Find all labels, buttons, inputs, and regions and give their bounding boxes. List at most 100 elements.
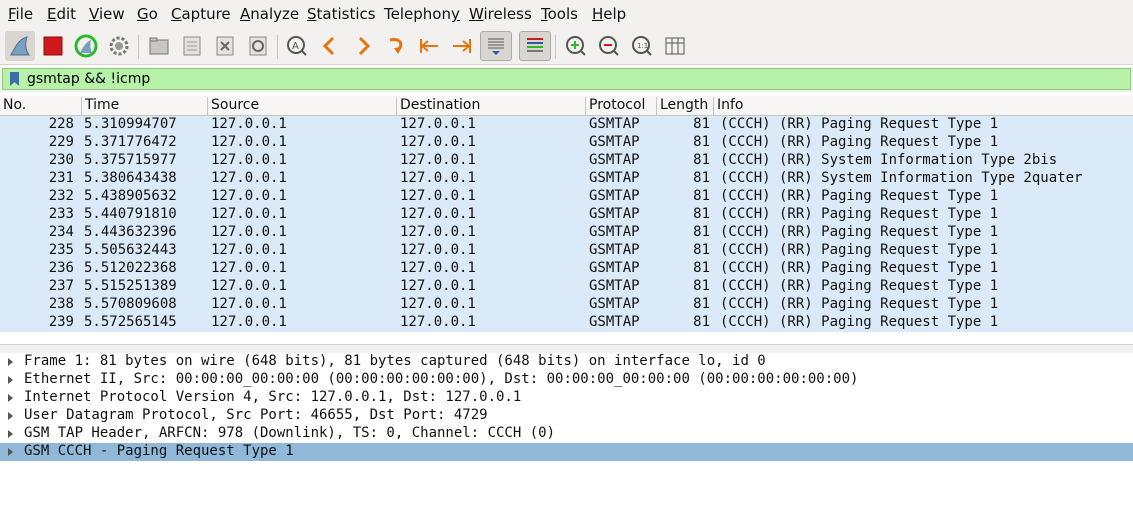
- column-header-time[interactable]: Time: [81, 97, 207, 115]
- detail-tree-label: User Datagram Protocol, Src Port: 46655,…: [24, 407, 488, 423]
- detail-tree-item[interactable]: GSM CCCH - Paging Request Type 1: [0, 443, 1133, 461]
- packet-cell-src: 127.0.0.1: [211, 188, 287, 204]
- column-header-destination[interactable]: Destination: [396, 97, 585, 115]
- menu-view[interactable]: View: [89, 5, 125, 23]
- packet-cell-time: 5.310994707: [84, 116, 177, 132]
- packet-cell-dst: 127.0.0.1: [400, 152, 476, 168]
- menu-edit[interactable]: Edit: [47, 5, 76, 23]
- svg-text:1:1: 1:1: [637, 42, 648, 50]
- go-first-button[interactable]: [414, 31, 444, 61]
- packet-cell-src: 127.0.0.1: [211, 296, 287, 312]
- packet-list[interactable]: 228 5.310994707 127.0.0.1 127.0.0.1 GSMTAP 81…: [0, 116, 1133, 332]
- colorize-button[interactable]: [519, 31, 551, 61]
- packet-row[interactable]: 236 5.512022368 127.0.0.1 127.0.0.1 GSMTAP 81…: [0, 260, 1133, 278]
- packet-cell-proto: GSMTAP: [589, 278, 640, 294]
- menu-capture[interactable]: Capture: [171, 5, 231, 23]
- restart-capture-button[interactable]: [71, 31, 101, 61]
- menu-go[interactable]: Go: [137, 5, 158, 23]
- packet-cell-dst: 127.0.0.1: [400, 314, 476, 330]
- menu-help[interactable]: Help: [592, 5, 626, 23]
- packet-cell-src: 127.0.0.1: [211, 242, 287, 258]
- detail-tree-item[interactable]: Frame 1: 81 bytes on wire (648 bits), 81…: [0, 353, 1133, 371]
- display-filter-input[interactable]: gsmtap && !icmp: [2, 68, 1131, 90]
- expand-arrow-icon[interactable]: [8, 376, 13, 384]
- menu-wireless[interactable]: Wireless: [469, 5, 532, 23]
- bookmark-icon[interactable]: [10, 72, 19, 86]
- capture-options-button[interactable]: [104, 31, 134, 61]
- detail-tree-item[interactable]: Internet Protocol Version 4, Src: 127.0.…: [0, 389, 1133, 407]
- packet-row[interactable]: 239 5.572565145 127.0.0.1 127.0.0.1 GSMTAP 81…: [0, 314, 1133, 332]
- packet-cell-src: 127.0.0.1: [211, 278, 287, 294]
- column-header-info[interactable]: Info: [713, 97, 1133, 115]
- go-back-button[interactable]: [315, 31, 345, 61]
- packet-cell-no: 230: [48, 152, 74, 168]
- zoom-in-button[interactable]: [561, 31, 591, 61]
- column-header-no[interactable]: No.: [0, 97, 81, 115]
- packet-row[interactable]: 235 5.505632443 127.0.0.1 127.0.0.1 GSMTAP 81…: [0, 242, 1133, 260]
- packet-row[interactable]: 237 5.515251389 127.0.0.1 127.0.0.1 GSMTAP 81…: [0, 278, 1133, 296]
- menu-statistics[interactable]: Statistics: [307, 5, 376, 23]
- packet-cell-len: 81: [693, 260, 710, 276]
- close-file-button[interactable]: [210, 31, 240, 61]
- expand-arrow-icon[interactable]: [8, 430, 13, 438]
- expand-arrow-icon[interactable]: [8, 394, 13, 402]
- column-header-length[interactable]: Length: [656, 97, 713, 115]
- reload-file-button[interactable]: [243, 31, 273, 61]
- go-last-icon: [453, 39, 471, 53]
- column-header-protocol[interactable]: Protocol: [585, 97, 656, 115]
- expand-arrow-icon[interactable]: [8, 412, 13, 420]
- expand-arrow-icon[interactable]: [8, 448, 13, 456]
- menu-analyze[interactable]: Analyze: [240, 5, 299, 23]
- packet-cell-time: 5.515251389: [84, 278, 177, 294]
- menu-tools[interactable]: Tools: [541, 5, 578, 23]
- packet-row[interactable]: 234 5.443632396 127.0.0.1 127.0.0.1 GSMTAP 81…: [0, 224, 1133, 242]
- detail-tree-label: Frame 1: 81 bytes on wire (648 bits), 81…: [24, 353, 766, 369]
- go-to-packet-button[interactable]: [381, 31, 411, 61]
- packet-row[interactable]: 230 5.375715977 127.0.0.1 127.0.0.1 GSMTAP 81…: [0, 152, 1133, 170]
- packet-cell-time: 5.438905632: [84, 188, 177, 204]
- zoom-out-icon: [599, 36, 619, 56]
- stop-capture-button[interactable]: [38, 31, 68, 61]
- go-last-button[interactable]: [447, 31, 477, 61]
- packet-cell-no: 238: [48, 296, 74, 312]
- stop-square-icon: [43, 36, 63, 56]
- menu-telephony[interactable]: Telephony: [384, 5, 460, 23]
- zoom-normal-button[interactable]: 1:1: [627, 31, 657, 61]
- find-packet-button[interactable]: A: [282, 31, 312, 61]
- resize-columns-button[interactable]: [660, 31, 690, 61]
- packet-cell-dst: 127.0.0.1: [400, 224, 476, 240]
- open-file-button[interactable]: [144, 31, 174, 61]
- column-header-source[interactable]: Source: [207, 97, 396, 115]
- menu-file[interactable]: File: [8, 5, 33, 23]
- packet-cell-src: 127.0.0.1: [211, 116, 287, 132]
- packet-row[interactable]: 229 5.371776472 127.0.0.1 127.0.0.1 GSMTAP 81…: [0, 134, 1133, 152]
- packet-row[interactable]: 232 5.438905632 127.0.0.1 127.0.0.1 GSMTAP 81…: [0, 188, 1133, 206]
- start-capture-button[interactable]: [5, 31, 35, 61]
- main-toolbar: A 1:1: [0, 28, 1133, 65]
- toolbar-separator: [277, 35, 278, 59]
- packet-cell-info: (CCCH) (RR) Paging Request Type 1: [720, 206, 999, 222]
- expand-arrow-icon[interactable]: [8, 358, 13, 366]
- packet-cell-dst: 127.0.0.1: [400, 206, 476, 222]
- packet-row[interactable]: 233 5.440791810 127.0.0.1 127.0.0.1 GSMTAP 81…: [0, 206, 1133, 224]
- packet-cell-len: 81: [693, 170, 710, 186]
- packet-cell-time: 5.440791810: [84, 206, 177, 222]
- autoscroll-button[interactable]: [480, 31, 512, 61]
- packet-row[interactable]: 231 5.380643438 127.0.0.1 127.0.0.1 GSMTAP 81…: [0, 170, 1133, 188]
- packet-list-header: No. Time Source Destination Protocol Len…: [0, 96, 1133, 116]
- packet-row[interactable]: 238 5.570809608 127.0.0.1 127.0.0.1 GSMTAP 81…: [0, 296, 1133, 314]
- packet-cell-src: 127.0.0.1: [211, 260, 287, 276]
- detail-tree-item[interactable]: User Datagram Protocol, Src Port: 46655,…: [0, 407, 1133, 425]
- detail-tree-item[interactable]: Ethernet II, Src: 00:00:00_00:00:00 (00:…: [0, 371, 1133, 389]
- save-file-button[interactable]: [177, 31, 207, 61]
- close-file-icon: [216, 36, 234, 56]
- packet-row[interactable]: 228 5.310994707 127.0.0.1 127.0.0.1 GSMTAP 81…: [0, 116, 1133, 134]
- packet-details-pane[interactable]: Frame 1: 81 bytes on wire (648 bits), 81…: [0, 353, 1133, 519]
- packet-cell-time: 5.572565145: [84, 314, 177, 330]
- packet-cell-time: 5.375715977: [84, 152, 177, 168]
- zoom-out-button[interactable]: [594, 31, 624, 61]
- detail-tree-item[interactable]: GSM TAP Header, ARFCN: 978 (Downlink), T…: [0, 425, 1133, 443]
- packet-cell-proto: GSMTAP: [589, 134, 640, 150]
- go-forward-button[interactable]: [348, 31, 378, 61]
- zoom-in-icon: [566, 36, 586, 56]
